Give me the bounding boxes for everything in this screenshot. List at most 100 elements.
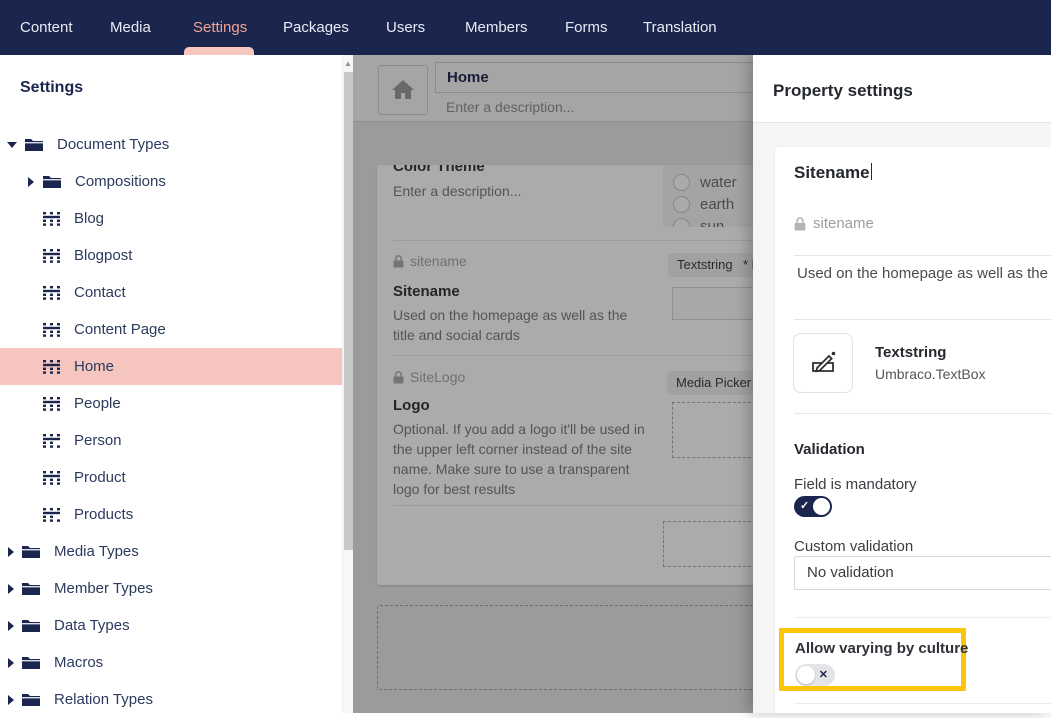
- sidebar-item-label: Content Page: [74, 321, 166, 338]
- nav-tab-users[interactable]: Users: [386, 0, 425, 55]
- folder-icon: [21, 618, 41, 633]
- active-tab-indicator: [184, 47, 254, 55]
- nav-tab-packages[interactable]: Packages: [283, 0, 349, 55]
- highlight-box: Allow varying by culture ✕: [779, 628, 966, 691]
- property-name-text: Sitename: [794, 163, 870, 182]
- custom-validation-select[interactable]: No validation: [794, 556, 1051, 590]
- vary-by-culture-toggle[interactable]: ✕: [795, 664, 835, 686]
- vary-by-culture-label: Allow varying by culture: [795, 640, 968, 657]
- nav-tab-members[interactable]: Members: [465, 0, 528, 55]
- sidebar-item-document-types[interactable]: Document Types: [0, 126, 342, 163]
- alias-text: sitename: [813, 215, 874, 232]
- check-icon: ✓: [800, 499, 809, 512]
- sidebar-item-product[interactable]: Product: [0, 459, 342, 496]
- property-description-textarea[interactable]: Used on the homepage as well as the t: [797, 265, 1051, 282]
- sidebar-item-macros[interactable]: Macros: [0, 644, 342, 681]
- panel-header: Property settings: [753, 55, 1051, 123]
- toggle-knob: [813, 498, 830, 515]
- sidebar-item-relation-types[interactable]: Relation Types: [0, 681, 342, 718]
- text-cursor: [871, 163, 872, 180]
- sidebar-item-content-page[interactable]: Content Page: [0, 311, 342, 348]
- property-settings-card: Sitename sitename Used on the homepage a…: [775, 147, 1051, 713]
- sidebar-item-media-types[interactable]: Media Types: [0, 533, 342, 570]
- sidebar-item-label: People: [74, 395, 121, 412]
- top-nav: Content Media Settings Packages Users Me…: [0, 0, 1051, 55]
- folder-icon: [42, 174, 62, 189]
- document-type-icon: [43, 508, 61, 522]
- nav-tab-translation[interactable]: Translation: [643, 0, 717, 55]
- x-icon: ✕: [819, 668, 828, 681]
- validation-heading: Validation: [794, 441, 865, 458]
- sidebar-item-products[interactable]: Products: [0, 496, 342, 533]
- document-type-icon: [43, 471, 61, 485]
- folder-icon: [21, 581, 41, 596]
- editor-picker-button[interactable]: [793, 333, 853, 393]
- document-type-icon: [43, 434, 61, 448]
- sidebar-item-label: Data Types: [54, 617, 130, 634]
- folder-icon: [24, 137, 44, 152]
- document-type-icon: [43, 212, 61, 226]
- property-alias-input[interactable]: sitename: [794, 215, 874, 232]
- sidebar-item-blogpost[interactable]: Blogpost: [0, 237, 342, 274]
- property-name-input[interactable]: Sitename: [794, 163, 872, 183]
- chevron-down-icon[interactable]: [7, 142, 17, 148]
- sidebar-item-label: Home: [74, 358, 114, 375]
- chevron-right-icon[interactable]: [28, 177, 34, 187]
- mandatory-label: Field is mandatory: [794, 476, 917, 493]
- editor-alias: Umbraco.TextBox: [875, 366, 985, 382]
- folder-icon: [21, 544, 41, 559]
- sidebar-item-label: Blogpost: [74, 247, 132, 264]
- sidebar-item-data-types[interactable]: Data Types: [0, 607, 342, 644]
- chevron-right-icon[interactable]: [8, 547, 14, 557]
- sidebar-item-label: Document Types: [57, 136, 169, 153]
- custom-validation-label: Custom validation: [794, 538, 913, 555]
- nav-tab-media[interactable]: Media: [110, 0, 151, 55]
- sidebar-item-label: Contact: [74, 284, 126, 301]
- sidebar-item-compositions[interactable]: Compositions: [0, 163, 342, 200]
- divider: [794, 413, 1051, 414]
- settings-tree-sidebar: Settings Document Types Compositions Blo…: [0, 55, 342, 713]
- sidebar-title: Settings: [20, 79, 83, 97]
- lock-icon: [794, 217, 806, 231]
- sidebar-item-label: Product: [74, 469, 126, 486]
- folder-icon: [21, 692, 41, 707]
- divider: [794, 319, 1051, 320]
- mandatory-toggle[interactable]: ✓: [794, 496, 832, 517]
- textbox-editor-icon: [809, 350, 837, 376]
- panel-body: Sitename sitename Used on the homepage a…: [753, 123, 1051, 713]
- sidebar-item-home[interactable]: Home: [0, 348, 342, 385]
- sidebar-item-label: Relation Types: [54, 691, 153, 708]
- divider: [794, 703, 1051, 704]
- editor-name: Textstring: [875, 344, 946, 361]
- sidebar-item-blog[interactable]: Blog: [0, 200, 342, 237]
- nav-tab-forms[interactable]: Forms: [565, 0, 608, 55]
- sidebar-item-contact[interactable]: Contact: [0, 274, 342, 311]
- document-type-icon: [43, 360, 61, 374]
- toggle-knob: [797, 666, 815, 684]
- document-type-icon: [43, 249, 61, 263]
- sidebar-item-label: Member Types: [54, 580, 153, 597]
- document-type-icon: [43, 397, 61, 411]
- property-settings-panel: Property settings Sitename sitename Used…: [753, 55, 1051, 713]
- sidebar-item-label: Products: [74, 506, 133, 523]
- divider: [794, 255, 1051, 256]
- tree: Document Types Compositions Blog Blogpos…: [0, 126, 342, 718]
- sidebar-item-label: Blog: [74, 210, 104, 227]
- chevron-right-icon[interactable]: [8, 584, 14, 594]
- sidebar-item-person[interactable]: Person: [0, 422, 342, 459]
- sidebar-scrollbar[interactable]: ▲: [342, 55, 353, 713]
- sidebar-item-label: Person: [74, 432, 122, 449]
- sidebar-item-member-types[interactable]: Member Types: [0, 570, 342, 607]
- sidebar-item-label: Compositions: [75, 173, 166, 190]
- panel-title: Property settings: [773, 81, 913, 101]
- document-type-icon: [43, 286, 61, 300]
- nav-tab-content[interactable]: Content: [20, 0, 73, 55]
- scrollbar-thumb[interactable]: [344, 72, 353, 550]
- sidebar-item-people[interactable]: People: [0, 385, 342, 422]
- document-type-icon: [43, 323, 61, 337]
- chevron-right-icon[interactable]: [8, 695, 14, 705]
- sidebar-item-label: Macros: [54, 654, 103, 671]
- chevron-right-icon[interactable]: [8, 621, 14, 631]
- scroll-up-arrow-icon[interactable]: ▲: [343, 58, 353, 70]
- chevron-right-icon[interactable]: [8, 658, 14, 668]
